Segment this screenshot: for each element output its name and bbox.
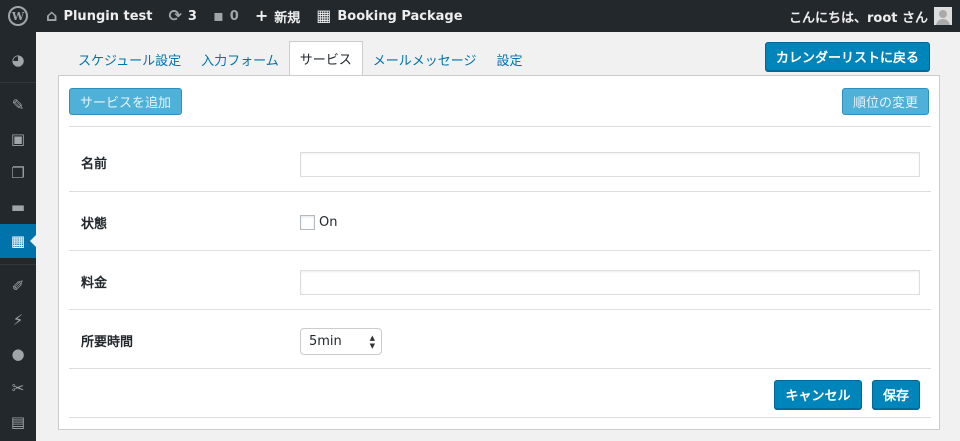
- dashboard-icon[interactable]: ◕: [0, 43, 36, 77]
- divider: [69, 250, 931, 251]
- my-account-link[interactable]: こんにちは、root さん: [789, 0, 952, 32]
- price-label: 料金: [81, 276, 108, 291]
- users-icon[interactable]: ●: [0, 337, 36, 371]
- admin-side-menu: ◕ ✎ ▣ ❐ ▬ ▦ ✐ ⚡ ● ✂ ▤: [0, 32, 36, 441]
- name-input[interactable]: [300, 152, 920, 177]
- divider: [69, 368, 931, 369]
- plugin-name: Booking Package: [337, 8, 463, 24]
- tools-icon[interactable]: ✂: [0, 371, 36, 405]
- site-name-link[interactable]: ⌂ Plungin test: [36, 0, 160, 32]
- media-icon[interactable]: ▣: [0, 122, 36, 156]
- status-checkbox[interactable]: [300, 215, 315, 230]
- tab-bar: スケジュール設定 入力フォーム サービス メールメッセージ 設定: [68, 41, 533, 76]
- add-service-button[interactable]: サービスを追加: [69, 88, 182, 115]
- home-icon: ⌂: [46, 6, 58, 25]
- new-label: 新規: [274, 10, 301, 26]
- save-button[interactable]: 保存: [872, 380, 920, 409]
- tab-settings[interactable]: 設定: [486, 42, 532, 76]
- select-arrows-icon: ▲ ▼: [369, 334, 375, 350]
- tab-input-form[interactable]: 入力フォーム: [191, 42, 289, 76]
- greeting: こんにちは、root さん: [788, 10, 928, 26]
- appearance-icon[interactable]: ✐: [0, 269, 36, 303]
- duration-select[interactable]: 5min ▲ ▼: [300, 328, 382, 355]
- refresh-icon: ⟳: [168, 6, 182, 25]
- wordpress-logo-button[interactable]: W: [0, 0, 36, 32]
- status-label: 状態: [81, 217, 108, 232]
- price-input[interactable]: [300, 270, 920, 295]
- settings-icon[interactable]: ▤: [0, 405, 36, 439]
- tab-email-messages[interactable]: メールメッセージ: [363, 42, 487, 76]
- calendar-icon: ▦: [316, 6, 332, 25]
- comments-count: 0: [229, 8, 239, 24]
- change-order-button[interactable]: 順位の変更: [842, 88, 929, 115]
- pages-icon[interactable]: ❐: [0, 156, 36, 190]
- booking-package-link[interactable]: ▦ Booking Package: [308, 0, 470, 32]
- tab-schedule[interactable]: スケジュール設定: [68, 42, 191, 76]
- service-panel: サービスを追加 順位の変更 名前 状態 On 料金 所要時間 5min ▲ ▼ キ…: [58, 75, 940, 430]
- status-option-label: On: [319, 215, 338, 230]
- duration-label: 所要時間: [81, 335, 134, 350]
- pin-icon[interactable]: ✎: [0, 88, 36, 122]
- duration-value: 5min: [309, 334, 342, 349]
- wordpress-logo-icon: W: [8, 6, 28, 26]
- comments-link[interactable]: ▪ 0: [205, 0, 247, 32]
- divider: [69, 126, 931, 127]
- divider: [69, 417, 931, 418]
- comment-bubble-icon: ▪: [212, 6, 224, 25]
- new-content-link[interactable]: + 新規: [247, 0, 308, 32]
- updates-count: 3: [187, 8, 197, 24]
- divider: [69, 309, 931, 310]
- calendar-icon[interactable]: ▦: [0, 224, 36, 258]
- tab-services[interactable]: サービス: [288, 41, 363, 76]
- updates-link[interactable]: ⟳ 3: [160, 0, 204, 32]
- cancel-button[interactable]: キャンセル: [774, 380, 862, 409]
- plugins-icon[interactable]: ⚡: [0, 303, 36, 337]
- name-label: 名前: [81, 157, 108, 172]
- back-to-calendar-list-button[interactable]: カレンダーリストに戻る: [765, 42, 930, 71]
- avatar: [934, 7, 952, 25]
- divider: [69, 191, 931, 192]
- plus-icon: +: [254, 6, 269, 25]
- site-name: Plungin test: [63, 8, 153, 24]
- comments-icon[interactable]: ▬: [0, 190, 36, 224]
- admin-bar: W ⌂ Plungin test ⟳ 3 ▪ 0 + 新規 ▦ Booking …: [0, 0, 960, 32]
